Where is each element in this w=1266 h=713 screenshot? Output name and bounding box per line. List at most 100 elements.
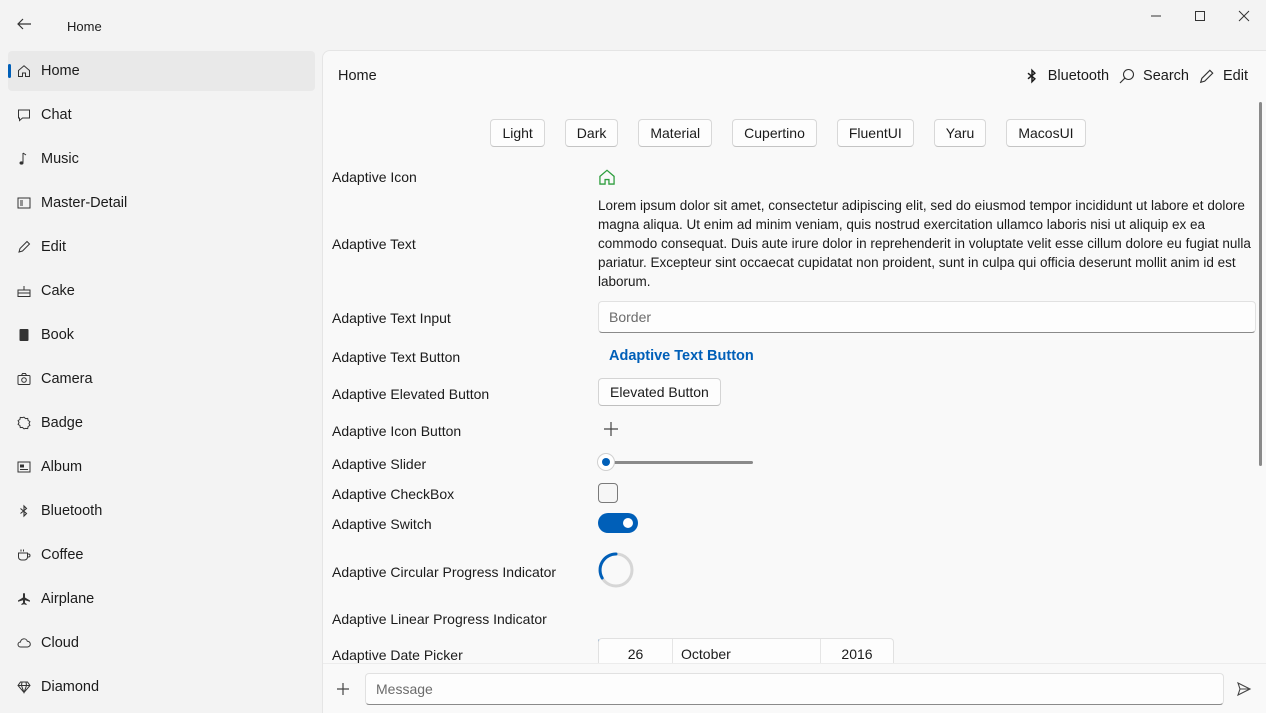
- maximize-button[interactable]: [1178, 0, 1222, 32]
- window-title: Home: [67, 19, 102, 34]
- adaptive-elevated-button-label: Adaptive Elevated Button: [332, 386, 490, 402]
- sidebar-item-chat[interactable]: Chat: [8, 95, 315, 135]
- theme-button-fluentui[interactable]: FluentUI: [836, 119, 914, 147]
- plus-icon: [604, 422, 618, 436]
- sidebar-item-label: Coffee: [41, 547, 84, 563]
- adaptive-slider-label: Adaptive Slider: [332, 456, 427, 472]
- theme-button-dark[interactable]: Dark: [564, 119, 619, 147]
- adaptive-linear-progress-label: Adaptive Linear Progress Indicator: [332, 611, 547, 627]
- sidebar-item-label: Bluetooth: [41, 503, 103, 519]
- theme-button-material[interactable]: Material: [638, 119, 713, 147]
- adaptive-circular-progress-label: Adaptive Circular Progress Indicator: [332, 564, 557, 580]
- adaptive-text-input-label: Adaptive Text Input: [332, 310, 451, 326]
- sidebar: Home Chat Music Master-Detail Edit Cake …: [0, 50, 322, 713]
- camera-icon: [16, 371, 32, 387]
- sidebar-item-label: Airplane: [41, 591, 95, 607]
- bluetooth-button-label: Bluetooth: [1047, 68, 1110, 84]
- title-bar: Home: [0, 0, 1266, 50]
- sidebar-item-label: Home: [41, 63, 80, 79]
- minimize-icon: [1151, 15, 1161, 17]
- home-icon: [16, 63, 32, 79]
- adaptive-checkbox-label: Adaptive CheckBox: [332, 486, 455, 502]
- music-note-icon: [16, 151, 32, 167]
- airplane-icon: [16, 591, 32, 607]
- content-scrollbar[interactable]: [1259, 102, 1262, 466]
- adaptive-text-label: Adaptive Text: [332, 236, 416, 252]
- pencil-icon: [16, 239, 32, 255]
- sidebar-item-label: Book: [41, 327, 75, 343]
- add-attachment-button[interactable]: [333, 679, 353, 699]
- close-button[interactable]: [1222, 0, 1266, 32]
- content-panel: Home Bluetooth Search Edit Light Dark Ma…: [322, 50, 1266, 713]
- sidebar-item-master-detail[interactable]: Master-Detail: [8, 183, 315, 223]
- home-icon: [598, 168, 616, 189]
- slider-track: [607, 461, 753, 464]
- header-actions: Bluetooth Search Edit: [1024, 66, 1248, 86]
- sidebar-item-home[interactable]: Home: [8, 51, 315, 91]
- sidebar-item-label: Album: [41, 459, 83, 475]
- album-icon: [16, 459, 32, 475]
- sidebar-item-label: Badge: [41, 415, 83, 431]
- sidebar-item-cake[interactable]: Cake: [8, 271, 315, 311]
- sidebar-item-label: Camera: [41, 371, 93, 387]
- sidebar-item-edit[interactable]: Edit: [8, 227, 315, 267]
- book-icon: [16, 327, 32, 343]
- theme-button-cupertino[interactable]: Cupertino: [732, 119, 817, 147]
- close-icon: [1238, 10, 1250, 22]
- sidebar-item-camera[interactable]: Camera: [8, 359, 315, 399]
- sidebar-item-book[interactable]: Book: [8, 315, 315, 355]
- adaptive-switch-label: Adaptive Switch: [332, 516, 432, 532]
- theme-switcher: Light Dark Material Cupertino FluentUI Y…: [323, 119, 1253, 147]
- sidebar-item-badge[interactable]: Badge: [8, 403, 315, 443]
- sidebar-item-label: Cake: [41, 283, 75, 299]
- maximize-icon: [1195, 11, 1205, 21]
- sidebar-item-bluetooth[interactable]: Bluetooth: [8, 491, 315, 531]
- search-button[interactable]: Search: [1119, 66, 1189, 86]
- sidebar-item-label: Master-Detail: [41, 195, 128, 211]
- sidebar-item-diamond[interactable]: Diamond: [8, 667, 315, 707]
- add-icon-button[interactable]: [602, 420, 620, 438]
- adaptive-icon-label: Adaptive Icon: [332, 169, 417, 185]
- selection-indicator: [8, 64, 11, 78]
- sidebar-item-label: Diamond: [41, 679, 100, 695]
- page-title: Home: [338, 68, 377, 84]
- adaptive-checkbox[interactable]: [598, 483, 618, 503]
- adaptive-date-picker-label: Adaptive Date Picker: [332, 647, 463, 663]
- sidebar-item-label: Music: [41, 151, 79, 167]
- adaptive-slider[interactable]: [597, 452, 753, 472]
- minimize-button[interactable]: [1134, 0, 1178, 32]
- bluetooth-icon: [1027, 68, 1036, 84]
- adaptive-text: Lorem ipsum dolor sit amet, consectetur …: [598, 198, 1251, 289]
- coffee-icon: [16, 547, 32, 563]
- elevated-button[interactable]: Elevated Button: [598, 378, 721, 406]
- sidebar-item-label: Chat: [41, 107, 72, 123]
- sidebar-item-album[interactable]: Album: [8, 447, 315, 487]
- theme-button-light[interactable]: Light: [490, 119, 545, 147]
- back-arrow-icon: [17, 18, 31, 30]
- pencil-icon: [1199, 69, 1214, 84]
- slider-thumb[interactable]: [597, 453, 615, 471]
- border-text-input[interactable]: [598, 301, 1256, 333]
- theme-button-yaru[interactable]: Yaru: [933, 119, 987, 147]
- search-icon: [1119, 68, 1135, 84]
- diamond-icon: [16, 679, 32, 695]
- bluetooth-button[interactable]: Bluetooth: [1024, 66, 1109, 86]
- cloud-icon: [16, 635, 32, 651]
- sidebar-item-cloud[interactable]: Cloud: [8, 623, 315, 663]
- theme-button-macosui[interactable]: MacosUI: [1006, 119, 1086, 147]
- back-button[interactable]: [12, 12, 36, 36]
- edit-button-label: Edit: [1223, 68, 1248, 84]
- adaptive-text-button[interactable]: Adaptive Text Button: [598, 348, 754, 364]
- adaptive-icon-button-label: Adaptive Icon Button: [332, 423, 462, 439]
- edit-button[interactable]: Edit: [1199, 66, 1248, 86]
- badge-icon: [16, 415, 32, 431]
- message-input[interactable]: [365, 673, 1224, 705]
- cake-icon: [16, 283, 32, 299]
- sidebar-item-label: Edit: [41, 239, 66, 255]
- sidebar-item-coffee[interactable]: Coffee: [8, 535, 315, 575]
- sidebar-item-music[interactable]: Music: [8, 139, 315, 179]
- adaptive-switch[interactable]: [598, 513, 638, 533]
- send-button[interactable]: [1234, 679, 1254, 699]
- chat-icon: [16, 107, 32, 123]
- sidebar-item-airplane[interactable]: Airplane: [8, 579, 315, 619]
